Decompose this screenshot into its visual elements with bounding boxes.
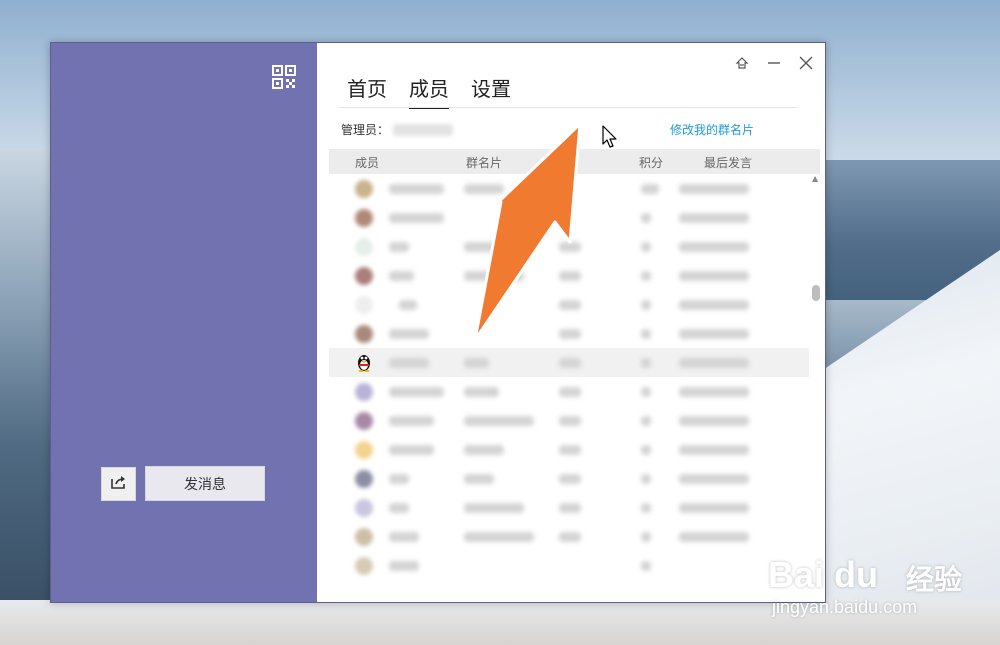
minimize-icon[interactable] — [763, 53, 785, 73]
member-list-scrollbar[interactable]: ▲ — [811, 174, 821, 602]
share-button[interactable] — [101, 467, 136, 501]
scroll-up-icon[interactable]: ▲ — [812, 174, 818, 183]
scrollbar-thumb[interactable] — [812, 285, 820, 301]
admin-row: 管理员： — [341, 121, 454, 138]
sidebar-panel: 发消息 — [51, 43, 317, 602]
tab-members[interactable]: 成员 — [409, 73, 449, 109]
member-row[interactable] — [329, 435, 809, 464]
admin-label: 管理员： — [341, 123, 390, 137]
qr-code-icon[interactable] — [272, 65, 296, 89]
watermark-brand: Bai du — [768, 554, 879, 595]
member-row[interactable] — [329, 406, 809, 435]
column-last-message[interactable]: 最后发言 — [704, 154, 752, 171]
tab-bar: 首页 成员 设置 — [347, 73, 511, 109]
send-message-button[interactable]: 发消息 — [145, 466, 265, 501]
member-row[interactable] — [329, 522, 809, 551]
watermark-url: jingyan.baidu.com — [772, 597, 918, 617]
member-row[interactable] — [329, 493, 809, 522]
member-row[interactable] — [329, 464, 809, 493]
share-icon — [110, 474, 128, 494]
member-row[interactable] — [329, 377, 809, 406]
tab-divider — [339, 107, 797, 108]
member-row-selected[interactable] — [329, 348, 809, 377]
edit-group-card-link[interactable]: 修改我的群名片 — [670, 121, 754, 138]
window-controls — [731, 53, 817, 73]
pin-icon[interactable] — [731, 53, 753, 73]
tab-home[interactable]: 首页 — [347, 73, 387, 109]
qq-penguin-icon — [356, 352, 372, 376]
mouse-cursor-icon — [602, 125, 617, 148]
admin-name-redacted — [393, 123, 454, 136]
member-row[interactable] — [329, 551, 809, 580]
baidu-jingyan-watermark: Bai du 经验 jingyan.baidu.com — [768, 540, 998, 630]
column-points[interactable]: 积分 — [639, 154, 663, 171]
group-info-window: 发消息 首页 成员 设置 管理员： 修改我的群名片 成员 群名片 积分 最后发言… — [50, 42, 826, 603]
watermark-chinese: 经验 — [906, 563, 963, 596]
close-icon[interactable] — [795, 53, 817, 73]
tab-settings[interactable]: 设置 — [471, 73, 511, 109]
column-member[interactable]: 成员 — [355, 154, 379, 171]
annotation-arrow-icon — [473, 122, 582, 342]
